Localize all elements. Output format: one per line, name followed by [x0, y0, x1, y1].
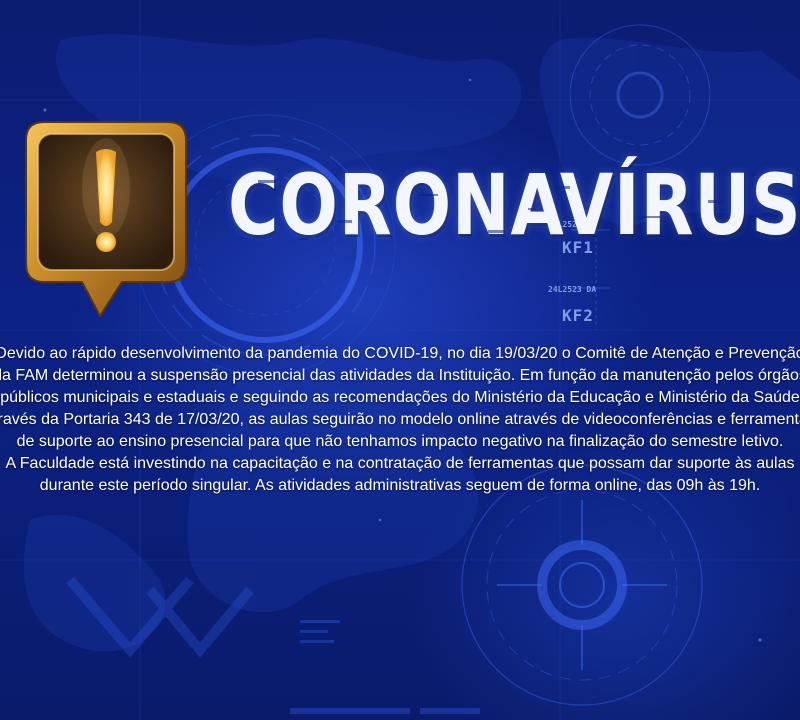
announcement-line: A Faculdade está investindo na capacitaç… [5, 455, 795, 472]
announcement-text: Devido ao rápido desenvolvimento da pand… [0, 343, 800, 497]
announcement-line: de suporte ao ensino presencial para que… [16, 433, 784, 450]
announcement-line: através da Portaria 343 de 17/03/20, as … [0, 411, 800, 428]
announcement-line: da FAM determinou a suspensão presencial… [0, 367, 800, 384]
warning-exclamation-icon [25, 121, 187, 318]
announcement-line: durante este período singular. As ativid… [39, 477, 761, 494]
page-title: CORONAVÍRUS [228, 156, 800, 254]
announcement-line: Devido ao rápido desenvolvimento da pand… [0, 345, 800, 362]
banner-background: 24L2523 DA KF1 KF2 24L2523 DA CORONAVÍRU… [0, 0, 800, 720]
hud-kf2-label: KF2 [562, 306, 594, 325]
hud-code-label: 24L2523 DA [548, 285, 597, 294]
announcement-line: públicos municipais e estaduais e seguin… [0, 389, 800, 406]
